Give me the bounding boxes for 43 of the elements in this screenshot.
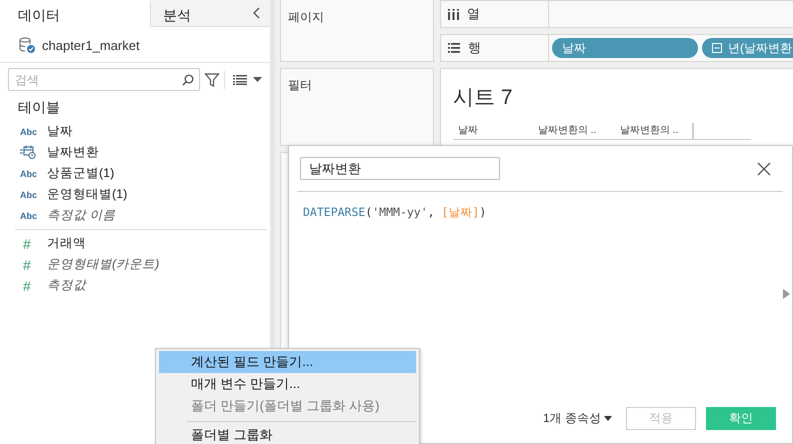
field-name[interactable]: 거래액 (47, 235, 86, 252)
collapse-box-icon (712, 43, 722, 53)
collapse-icon (252, 7, 262, 19)
string-type-icon: Abc (20, 210, 47, 220)
number-type-icon: # (20, 256, 47, 272)
number-type-icon: # (20, 278, 47, 294)
rows-icon (448, 43, 460, 53)
menu-item[interactable]: 계산된 필드 만들기... (159, 351, 416, 373)
menu-item[interactable]: 매개 변수 만들기... (159, 373, 416, 395)
field-name[interactable]: 운영형태별(1) (47, 186, 128, 203)
card-title: 필터 (288, 78, 312, 92)
field-name[interactable]: 날짜 (47, 123, 73, 140)
search-field[interactable]: 검색 (8, 68, 200, 91)
field-name[interactable]: 측정값 이름 (47, 207, 116, 224)
calc-name-field[interactable]: 날짜변환 (300, 157, 500, 180)
string-type-icon: Abc (20, 126, 47, 136)
card-title: 페이지 (288, 10, 324, 24)
string-type-icon: Abc (20, 168, 47, 178)
datasource-name[interactable]: chapter1_market (42, 38, 140, 52)
sheet-title: 시트 7 (453, 85, 514, 111)
string-type-icon: Abc (20, 190, 47, 200)
columns-icon (448, 8, 459, 20)
field-name[interactable]: 날짜변환 (47, 144, 99, 161)
dependencies-dropdown[interactable]: 1개 종속성 (542, 410, 612, 427)
close-icon[interactable] (757, 162, 771, 176)
dropdown-caret-icon (253, 76, 262, 82)
dropdown-caret-icon (604, 416, 612, 421)
shelf-label: 열 (467, 5, 480, 23)
list-view-icon (233, 74, 247, 84)
field-name[interactable]: 측정값 (47, 277, 86, 294)
column-header: 날짜변환의 .. (537, 124, 598, 138)
field-name[interactable]: 상품군별(1) (47, 165, 114, 182)
shelf-label: 행 (468, 39, 481, 57)
field-name[interactable]: 운영형태별(카운트) (47, 256, 160, 273)
column-header: 날짜 (457, 124, 479, 138)
formula-text[interactable]: DATEPARSE('MMM-yy', [날짜]) (289, 192, 792, 220)
expand-arrow-icon[interactable] (783, 289, 790, 299)
filter-icon (204, 72, 220, 88)
section-title: 테이블 (17, 98, 61, 117)
calendar-clock-icon (20, 144, 36, 158)
number-type-icon: # (20, 236, 47, 252)
column-header: 날짜변환의 .. (615, 123, 693, 139)
database-icon (18, 36, 36, 54)
